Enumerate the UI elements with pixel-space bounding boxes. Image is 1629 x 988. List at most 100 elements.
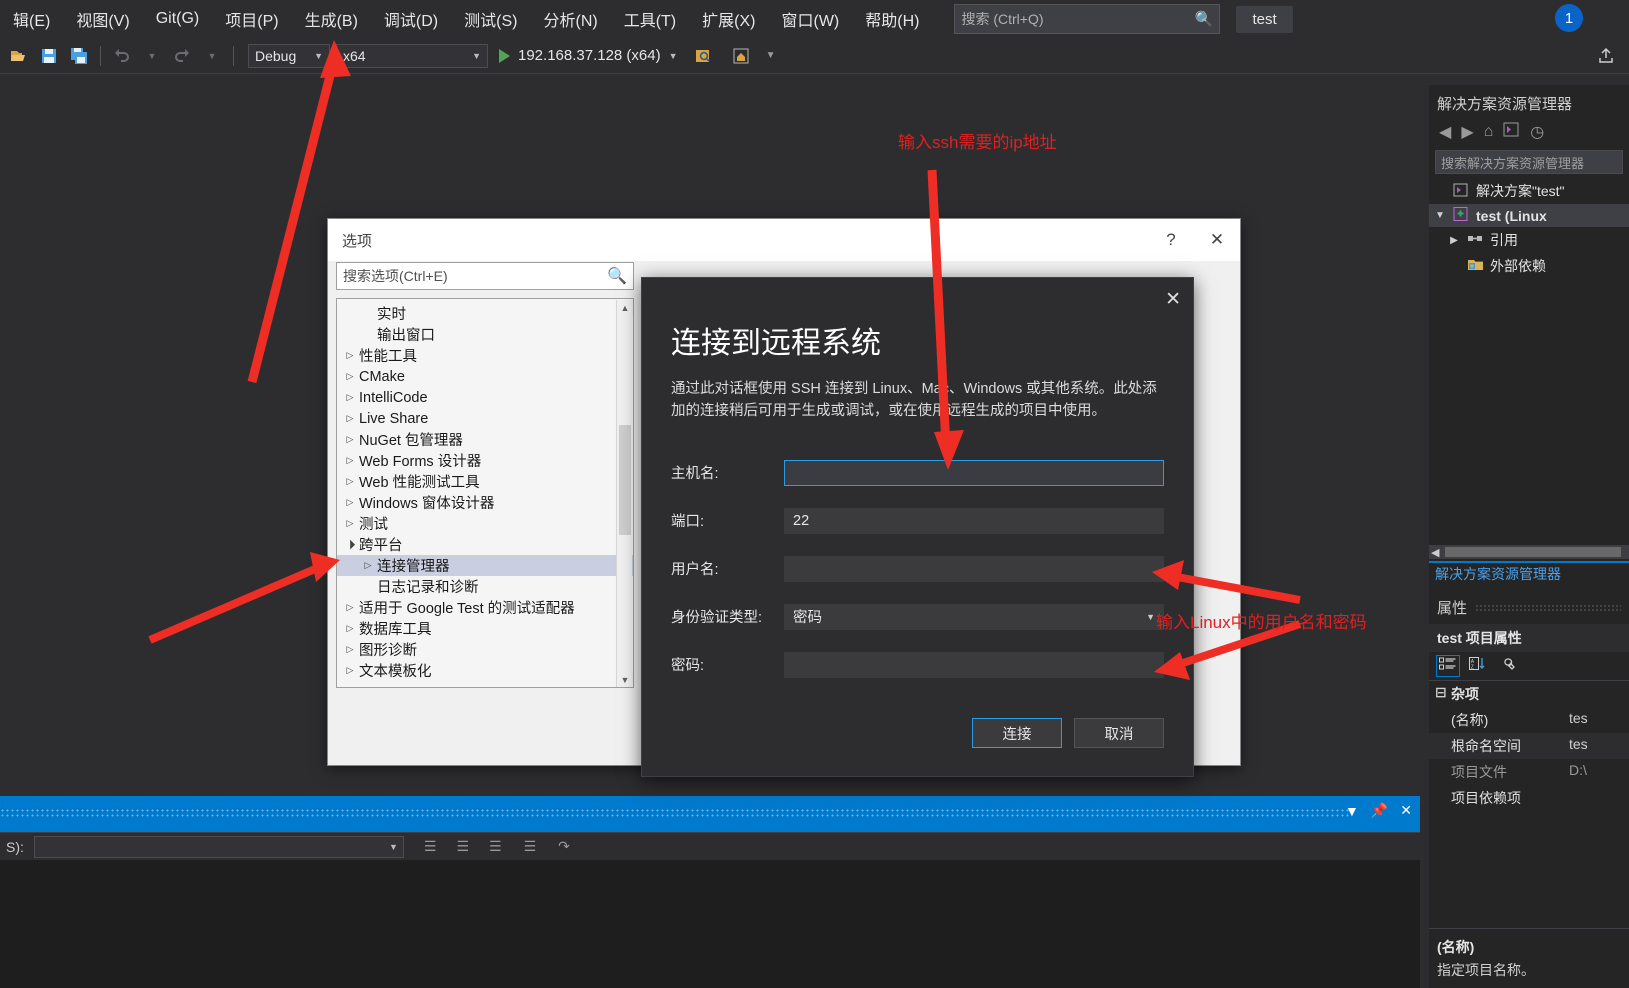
menu-item-tools[interactable]: 工具(T) <box>611 3 689 35</box>
options-tree-item[interactable]: ▷ 适用于 Google Test 的测试适配器 <box>337 597 633 618</box>
pin-icon[interactable]: 📌 <box>1371 802 1388 819</box>
share-icon[interactable] <box>1593 43 1619 69</box>
options-tree-item[interactable]: ◢ 跨平台 <box>337 534 633 555</box>
chevron-right-icon[interactable]: ▷ <box>341 644 359 655</box>
options-tree-scrollbar[interactable]: ▲ ▼ <box>616 300 633 687</box>
menu-item-window[interactable]: 窗口(W) <box>768 3 852 35</box>
undo-icon[interactable] <box>109 43 135 69</box>
options-category-tree[interactable]: 实时 输出窗口 ▷ 性能工具 ▷ CMake ▷ IntelliCode ▷ Live Share… <box>336 298 634 688</box>
solution-platform-combo[interactable]: x64 ▼ <box>336 43 488 68</box>
search-icon[interactable]: 🔍 <box>607 266 627 286</box>
tab-solution-explorer[interactable]: 解决方案资源管理器 <box>1429 561 1629 585</box>
chevron-down-icon[interactable]: ▼ <box>669 51 678 61</box>
menu-item-build[interactable]: 生成(B) <box>292 3 371 35</box>
undo-dropdown-icon[interactable]: ▼ <box>139 43 165 69</box>
options-tree-item[interactable]: ▷ 数据库工具 <box>337 618 633 639</box>
connect-button[interactable]: 连接 <box>972 718 1062 748</box>
redo-icon[interactable] <box>169 43 195 69</box>
global-search-box[interactable]: 搜索 (Ctrl+Q) 🔍 <box>954 4 1221 34</box>
options-tree-item[interactable]: ▷ 图形诊断 <box>337 639 633 660</box>
home-icon[interactable] <box>728 43 754 69</box>
save-all-icon[interactable] <box>66 43 92 69</box>
options-tree-item[interactable]: ▷ 性能工具 <box>337 345 633 366</box>
close-icon[interactable]: ✕ <box>1400 802 1412 819</box>
collapse-icon[interactable]: ⊟ <box>1435 684 1451 704</box>
tab-order-icon[interactable]: ↷ <box>558 838 570 855</box>
chevron-right-icon[interactable]: ▷ <box>341 623 359 634</box>
open-folder-icon[interactable] <box>6 43 32 69</box>
menu-item-project[interactable]: 项目(P) <box>212 3 291 35</box>
port-input[interactable]: 22 <box>784 507 1164 534</box>
property-value[interactable]: tes <box>1569 736 1588 756</box>
auth-type-combo[interactable]: 密码 ▼ <box>784 603 1164 630</box>
tree-row-references[interactable]: ▶ 引用 <box>1429 227 1629 253</box>
account-badge[interactable]: 1 <box>1555 4 1583 32</box>
menu-item-test[interactable]: 测试(S) <box>451 3 530 35</box>
chevron-right-icon[interactable]: ▷ <box>341 518 359 529</box>
properties-row[interactable]: (名称) tes <box>1429 707 1629 733</box>
options-tree-item[interactable]: ▷ Windows 窗体设计器 <box>337 492 633 513</box>
options-tree-item[interactable]: ▷ Live Share <box>337 408 633 429</box>
align-center-icon[interactable]: ☰ <box>456 838 469 855</box>
chevron-right-icon[interactable]: ▷ <box>341 350 359 361</box>
chevron-right-icon[interactable]: ▷ <box>341 455 359 466</box>
password-input[interactable] <box>784 651 1164 678</box>
find-in-files-icon[interactable] <box>690 43 716 69</box>
redo-dropdown-icon[interactable]: ▼ <box>199 43 225 69</box>
menu-item-analyze[interactable]: 分析(N) <box>530 3 610 35</box>
tree-row-project[interactable]: ▼ test (Linux <box>1429 204 1629 227</box>
scroll-down-icon[interactable]: ▼ <box>617 672 633 687</box>
options-tree-item[interactable]: ▷ 测试 <box>337 513 633 534</box>
properties-row[interactable]: 项目文件 D:\ <box>1429 759 1629 785</box>
chevron-right-icon[interactable]: ▷ <box>341 497 359 508</box>
options-tree-item[interactable]: 日志记录和诊断 <box>337 576 633 597</box>
tab-test[interactable]: test <box>1236 5 1293 33</box>
chevron-right-icon[interactable]: ▷ <box>341 602 359 613</box>
hostname-input[interactable] <box>784 459 1164 486</box>
chevron-right-icon[interactable]: ▷ <box>341 665 359 676</box>
pending-changes-icon[interactable]: ◷ <box>1530 122 1544 142</box>
close-icon[interactable]: ✕ <box>1165 288 1181 311</box>
designer-combo[interactable]: ▼ <box>33 835 404 858</box>
username-input[interactable] <box>784 555 1164 582</box>
menu-item-debug[interactable]: 调试(D) <box>371 3 451 35</box>
cancel-button[interactable]: 取消 <box>1074 718 1164 748</box>
tree-expander[interactable]: ▼ <box>1433 210 1447 221</box>
options-tree-item[interactable]: ▷ Web Forms 设计器 <box>337 450 633 471</box>
categorized-icon[interactable] <box>1436 655 1460 677</box>
chevron-right-icon[interactable]: ▷ <box>341 371 359 382</box>
align-left-icon[interactable]: ☰ <box>424 838 437 855</box>
menu-item-view[interactable]: 视图(V) <box>63 3 142 35</box>
options-tree-item[interactable]: ▷ 文本模板化 <box>337 660 633 681</box>
property-value[interactable]: tes <box>1569 710 1588 730</box>
options-search-input[interactable]: 搜索选项(Ctrl+E) 🔍 <box>336 262 634 290</box>
menu-item-edit[interactable]: 辑(E) <box>0 3 63 35</box>
chevron-right-icon[interactable]: ▷ <box>359 560 377 571</box>
solution-configuration-combo[interactable]: Debug ▼ <box>248 43 330 68</box>
chevron-down-icon[interactable]: ▼ <box>1345 803 1359 819</box>
help-button[interactable]: ? <box>1148 219 1194 261</box>
tree-row-solution[interactable]: 解决方案"test" <box>1429 178 1629 204</box>
options-tree-item[interactable]: ▷ IntelliCode <box>337 387 633 408</box>
alphabetical-icon[interactable]: AZ <box>1469 657 1487 675</box>
save-icon[interactable] <box>36 43 62 69</box>
chevron-right-icon[interactable]: ▷ <box>341 434 359 445</box>
toolbar-overflow-icon[interactable]: ▼ <box>758 43 784 69</box>
solution-explorer-search-input[interactable]: 搜索解决方案资源管理器 <box>1435 150 1623 174</box>
align-right-icon[interactable]: ☰ <box>489 838 502 855</box>
options-tree-item[interactable]: 实时 <box>337 303 633 324</box>
scroll-left-icon[interactable]: ◀ <box>1431 546 1439 559</box>
options-tree-item[interactable]: 输出窗口 <box>337 324 633 345</box>
scrollbar-thumb[interactable] <box>619 425 631 535</box>
scroll-up-icon[interactable]: ▲ <box>617 300 633 316</box>
list-icon[interactable]: ☰ <box>524 838 537 855</box>
properties-row[interactable]: 项目依赖项 <box>1429 785 1629 811</box>
chevron-down-icon[interactable]: ◢ <box>340 534 361 555</box>
options-tree-item[interactable]: ▷ CMake <box>337 366 633 387</box>
solution-icon[interactable] <box>1503 122 1520 142</box>
home-icon[interactable]: ⌂ <box>1484 123 1494 141</box>
tree-row-external-deps[interactable]: 外部依赖 <box>1429 253 1629 279</box>
property-value[interactable]: D:\ <box>1569 762 1587 782</box>
start-debug-button[interactable]: 192.168.37.128 (x64) ▼ <box>499 47 678 64</box>
scrollbar-thumb[interactable] <box>1445 547 1621 557</box>
